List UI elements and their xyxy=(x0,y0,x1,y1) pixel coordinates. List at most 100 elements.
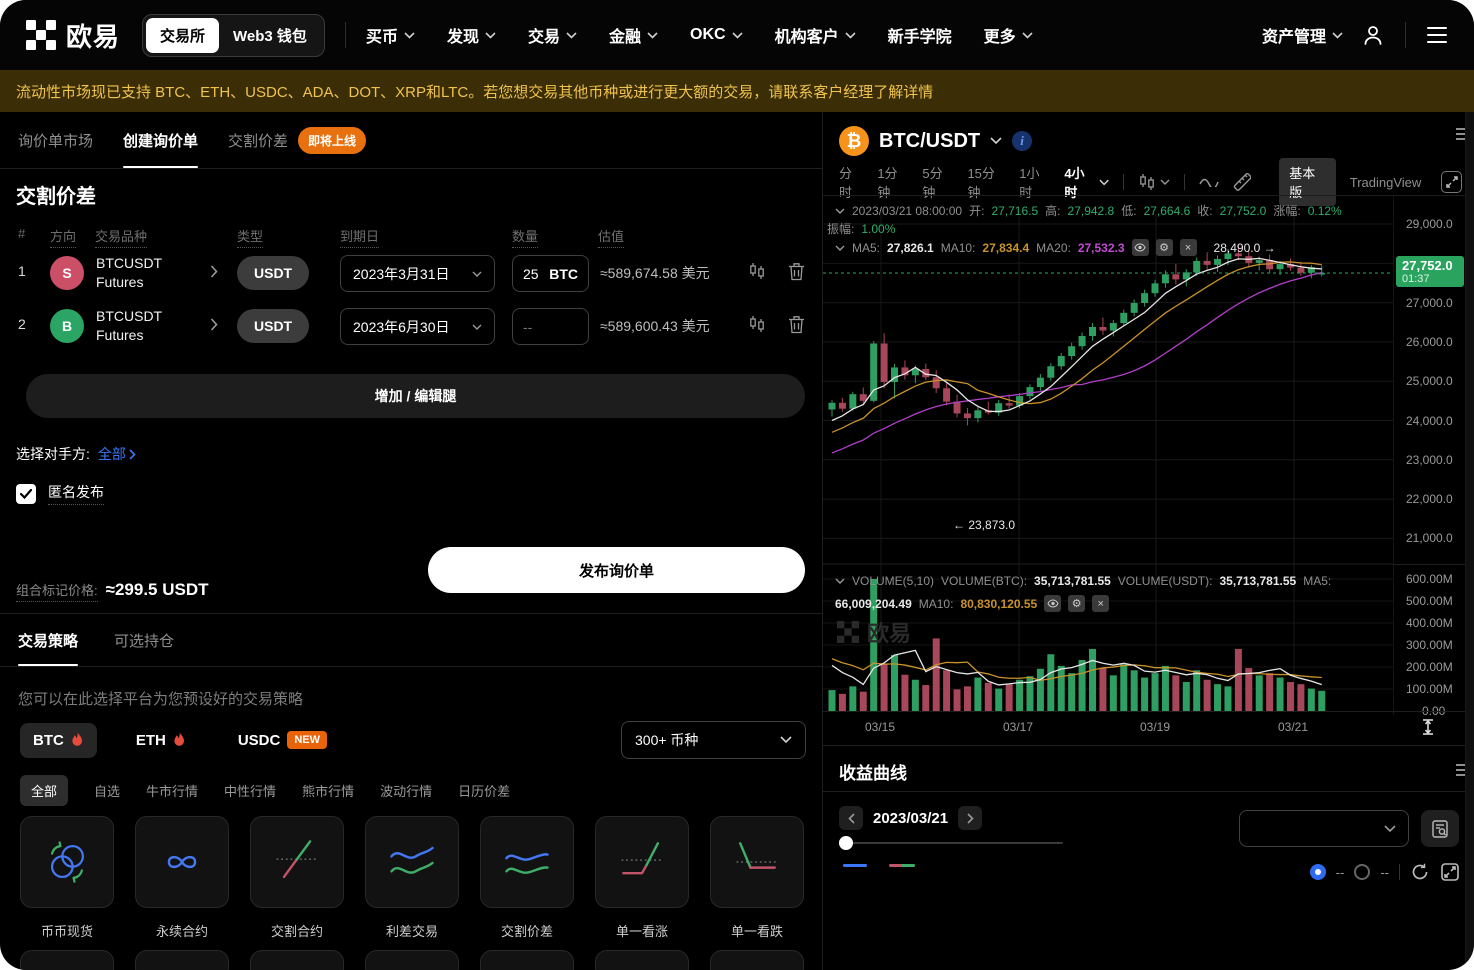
nav-item-5[interactable]: 机构客户 xyxy=(775,23,856,47)
chevron-right-icon[interactable] xyxy=(210,265,218,283)
expiry-dropdown[interactable]: 2023年6月30日 xyxy=(340,308,495,345)
strategy-card-partial[interactable] xyxy=(710,950,804,970)
currency-tab-eth[interactable]: ETH xyxy=(123,723,199,758)
instrument-name: BTCUSDTFutures xyxy=(96,254,162,292)
doc-search-button[interactable] xyxy=(1421,810,1459,847)
nav-item-4[interactable]: OKC xyxy=(690,26,743,44)
strategy-card-3[interactable]: 利差交易 xyxy=(365,816,459,940)
nav-item-7[interactable]: 更多 xyxy=(984,23,1033,47)
chevron-down-icon[interactable] xyxy=(990,137,1002,145)
refresh-icon[interactable] xyxy=(1410,862,1430,882)
delete-leg-icon[interactable] xyxy=(788,315,805,339)
type-pill[interactable]: USDT xyxy=(237,309,309,343)
nav-item-6[interactable]: 新手学院 xyxy=(888,23,952,47)
nav-item-2[interactable]: 交易 xyxy=(528,23,577,47)
slider-knob[interactable] xyxy=(839,836,853,850)
counterparty-link[interactable]: 全部 xyxy=(98,444,136,464)
chart-type-icon[interactable] xyxy=(1138,173,1170,191)
filter-3[interactable]: 中性行情 xyxy=(224,781,276,800)
announcement-banner: 流动性市场现已支持 BTC、ETH、USDC、ADA、DOT、XRP和LTC。若… xyxy=(0,70,1474,112)
candlesticks-icon xyxy=(748,262,766,280)
rfq-tabbar: 询价单市场创建询价单交割价差即将上线 xyxy=(0,112,822,169)
expand-icon[interactable] xyxy=(1440,862,1460,882)
chevron-right-icon[interactable] xyxy=(210,318,218,336)
nav-item-assets[interactable]: 资产管理 xyxy=(1262,23,1343,47)
nav-item-3[interactable]: 金融 xyxy=(609,23,658,47)
time-axis[interactable]: 03/1503/1703/1903/21 xyxy=(823,711,1474,741)
rfq-tab-1[interactable]: 创建询价单 xyxy=(123,112,198,168)
user-icon[interactable] xyxy=(1361,23,1385,47)
strategy-tab-0[interactable]: 交易策略 xyxy=(18,614,78,666)
radio-unselected[interactable] xyxy=(1354,864,1370,880)
currency-tab-usdc[interactable]: USDCNEW xyxy=(225,722,340,758)
strategy-card-partial[interactable] xyxy=(250,950,344,970)
rfq-tab-2[interactable]: 交割价差即将上线 xyxy=(228,112,366,168)
close-icon[interactable]: × xyxy=(1092,595,1109,612)
filter-6[interactable]: 日历价差 xyxy=(458,781,510,800)
expiry-dropdown[interactable]: 2023年3月31日 xyxy=(340,255,495,292)
gear-icon[interactable]: ⚙ xyxy=(1156,239,1173,256)
version-tab-1[interactable]: TradingView xyxy=(1350,175,1422,190)
delete-leg-icon[interactable] xyxy=(788,262,805,286)
filter-4[interactable]: 熊市行情 xyxy=(302,781,354,800)
pnl-dropdown[interactable] xyxy=(1239,810,1409,847)
anonymous-checkbox[interactable] xyxy=(16,484,36,504)
trash-icon xyxy=(788,262,805,281)
nav-item-0[interactable]: 买币 xyxy=(366,23,415,47)
brand[interactable]: 欧易 xyxy=(26,17,120,54)
tab-web3-wallet[interactable]: Web3 钱包 xyxy=(219,18,321,53)
overlay-line-icon[interactable] xyxy=(1199,177,1219,187)
scrollbar-rail[interactable] xyxy=(1465,112,1474,970)
draw-tool-icon[interactable] xyxy=(1233,173,1251,191)
gear-icon[interactable]: ⚙ xyxy=(1068,595,1085,612)
fullscreen-icon[interactable] xyxy=(1441,171,1462,193)
strategy-card-0[interactable]: 币币现货 xyxy=(20,816,114,940)
nav-right: 资产管理 xyxy=(1262,22,1448,48)
tab-exchange[interactable]: 交易所 xyxy=(146,18,219,53)
prev-date-button[interactable] xyxy=(839,806,863,830)
currency-tab-btc[interactable]: BTC xyxy=(20,723,97,758)
chevron-down-icon xyxy=(835,245,845,251)
candlestick-chart[interactable] xyxy=(823,196,1393,741)
rfq-tab-0[interactable]: 询价单市场 xyxy=(18,112,93,168)
close-icon[interactable]: × xyxy=(1180,239,1197,256)
ma10-value: 27,834.4 xyxy=(982,241,1029,255)
measure-icon[interactable] xyxy=(1419,717,1437,742)
strategy-card-partial[interactable] xyxy=(365,950,459,970)
type-pill[interactable]: USDT xyxy=(237,256,309,290)
hamburger-menu-icon[interactable] xyxy=(1426,26,1448,44)
date-slider[interactable] xyxy=(839,837,1063,849)
volume-ma10-value: 80,830,120.55 xyxy=(960,597,1037,611)
mark-price-label: 组合标记价格: xyxy=(16,580,98,602)
filter-0[interactable]: 全部 xyxy=(20,775,68,806)
chart-shortcut-icon[interactable] xyxy=(748,262,766,285)
chevron-down-icon xyxy=(732,32,743,39)
pair-name[interactable]: BTC/USDT xyxy=(879,130,980,153)
add-leg-button[interactable]: 增加 / 编辑腿 xyxy=(26,374,805,418)
publish-rfq-button[interactable]: 发布询价单 xyxy=(428,547,805,593)
filter-5[interactable]: 波动行情 xyxy=(380,781,432,800)
radio-selected[interactable] xyxy=(1310,864,1326,880)
strategy-card-partial[interactable] xyxy=(135,950,229,970)
strategy-card-4[interactable]: 交割价差 xyxy=(480,816,574,940)
price-axis[interactable]: 27,752.0 01:37 29,000.028,000.027,000.02… xyxy=(1393,196,1467,715)
strategy-card-partial[interactable] xyxy=(20,950,114,970)
next-date-button[interactable] xyxy=(958,806,982,830)
strategy-card-6[interactable]: 单一看跌 xyxy=(710,816,804,940)
quantity-input[interactable]: 25BTC xyxy=(512,255,589,292)
chart-shortcut-icon[interactable] xyxy=(748,315,766,338)
filter-1[interactable]: 自选 xyxy=(94,781,120,800)
eye-icon[interactable] xyxy=(1044,595,1061,612)
strategy-card-1[interactable]: 永续合约 xyxy=(135,816,229,940)
filter-2[interactable]: 牛市行情 xyxy=(146,781,198,800)
strategy-card-partial[interactable] xyxy=(595,950,689,970)
eye-icon[interactable] xyxy=(1132,239,1149,256)
strategy-card-5[interactable]: 单一看涨 xyxy=(595,816,689,940)
strategy-card-partial[interactable] xyxy=(480,950,574,970)
nav-item-1[interactable]: 发现 xyxy=(447,23,496,47)
quantity-input[interactable]: -- xyxy=(512,308,589,345)
strategy-tab-1[interactable]: 可选持仓 xyxy=(114,614,174,666)
coin-count-dropdown[interactable]: 300+ 币种 xyxy=(621,721,806,759)
info-icon[interactable]: i xyxy=(1012,131,1032,151)
strategy-card-2[interactable]: 交割合约 xyxy=(250,816,344,940)
